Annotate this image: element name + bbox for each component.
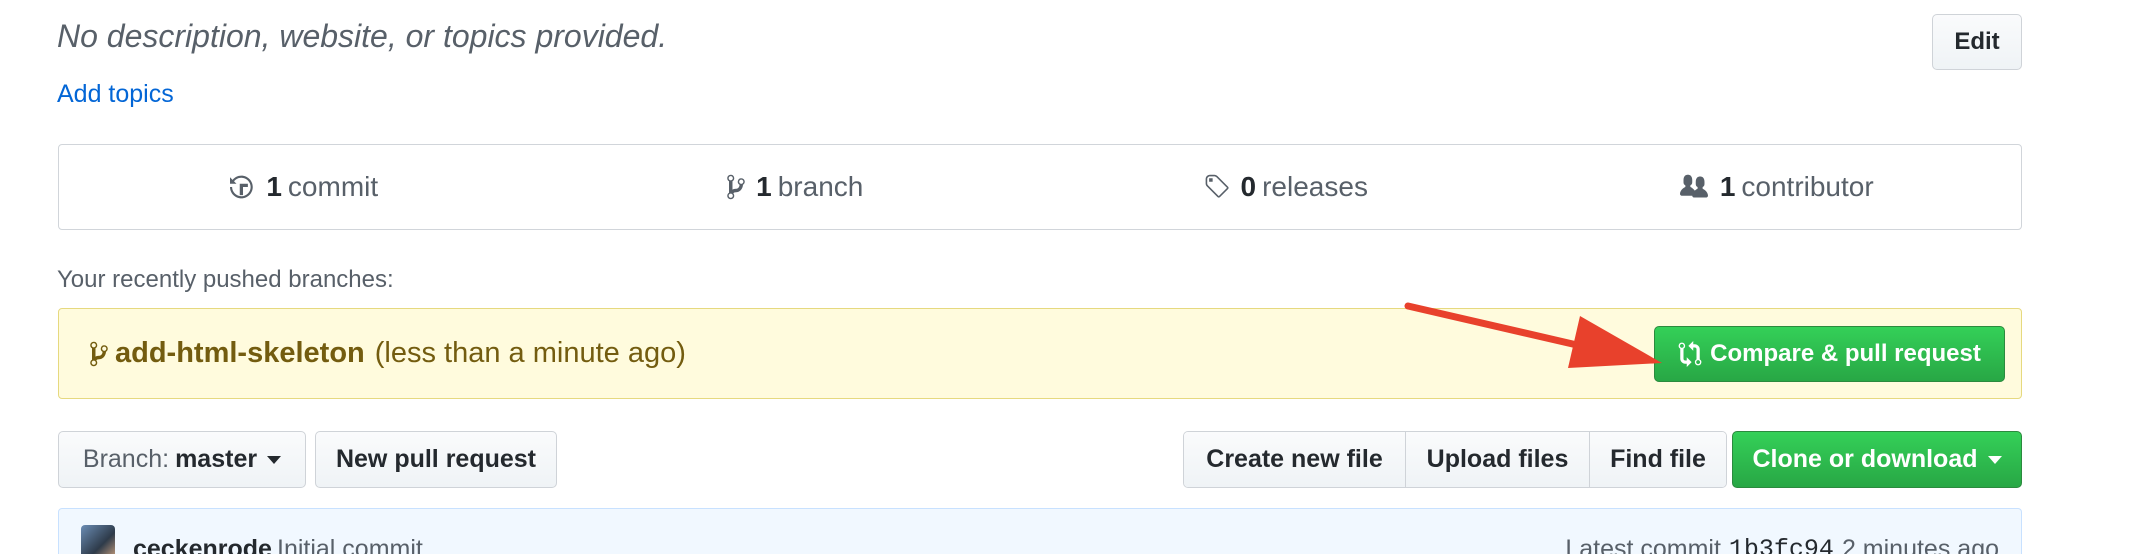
chevron-down-icon (1987, 455, 2002, 464)
new-pull-request-button[interactable]: New pull request (315, 431, 557, 488)
avatar[interactable] (81, 525, 115, 554)
compare-pull-request-label: Compare & pull request (1710, 340, 1981, 367)
branch-select-prefix: Branch: (82, 445, 170, 473)
commit-author[interactable]: ceckenrode (133, 535, 272, 554)
branch-icon (727, 174, 745, 200)
recent-branch-flash: add-html-skeleton (less than a minute ag… (58, 308, 2022, 399)
branch-select-value: master (175, 445, 258, 473)
releases-count: 0 (1240, 171, 1257, 202)
commits-count-link[interactable]: 1 commit (59, 145, 550, 229)
recent-branches-heading: Your recently pushed branches: (57, 266, 394, 293)
chevron-down-icon (267, 455, 282, 464)
upload-files-button[interactable]: Upload files (1406, 432, 1590, 487)
compare-pull-request-button[interactable]: Compare & pull request (1654, 326, 2005, 382)
history-icon (230, 175, 254, 199)
recent-branch-info: add-html-skeleton (less than a minute ag… (89, 337, 686, 370)
annotation-arrow (1404, 302, 1662, 368)
releases-label: releases (1262, 171, 1368, 202)
add-topics-link[interactable]: Add topics (57, 80, 174, 109)
contributors-count-link[interactable]: 1 contributor (1531, 145, 2022, 229)
commit-message[interactable]: Initial commit (277, 535, 423, 554)
clone-download-button[interactable]: Clone or download (1732, 431, 2022, 488)
commits-count: 1 (266, 171, 282, 202)
clone-download-label: Clone or download (1752, 445, 1978, 473)
latest-commit-prefix: Latest commit (1565, 535, 1721, 554)
branches-count: 1 (756, 171, 772, 202)
git-compare-icon (1678, 341, 1702, 367)
file-actions-group: Create new file Upload files Find file (1183, 431, 1727, 488)
branches-label: branch (777, 171, 864, 202)
people-icon (1679, 174, 1708, 198)
commit-time: 2 minutes ago (1841, 535, 1999, 554)
releases-count-link[interactable]: 0 releases (1040, 145, 1531, 229)
branch-select-button[interactable]: Branch: master (58, 431, 306, 488)
commit-sha[interactable]: 1b3fc94 (1729, 535, 1834, 554)
latest-commit-bar: ceckenrode Initial commit Latest commit … (58, 508, 2022, 554)
create-new-file-button[interactable]: Create new file (1184, 432, 1406, 487)
recent-branch-time: (less than a minute ago) (374, 337, 686, 369)
contributors-label: contributor (1741, 171, 1874, 202)
repo-numbers-summary: 1 commit 1 branch 0 releases 1 contribut… (58, 144, 2022, 230)
branch-icon (90, 341, 108, 366)
recent-branch-name[interactable]: add-html-skeleton (115, 337, 365, 370)
repo-description: No description, website, or topics provi… (57, 18, 668, 54)
branches-count-link[interactable]: 1 branch (550, 145, 1041, 229)
latest-commit-info: Latest commit 1b3fc94 2 minutes ago (1565, 535, 1999, 554)
commits-label: commit (287, 171, 379, 202)
tag-icon (1205, 174, 1229, 198)
edit-description-button[interactable]: Edit (1932, 14, 2022, 70)
contributors-count: 1 (1719, 171, 1736, 202)
find-file-button[interactable]: Find file (1590, 432, 1726, 487)
